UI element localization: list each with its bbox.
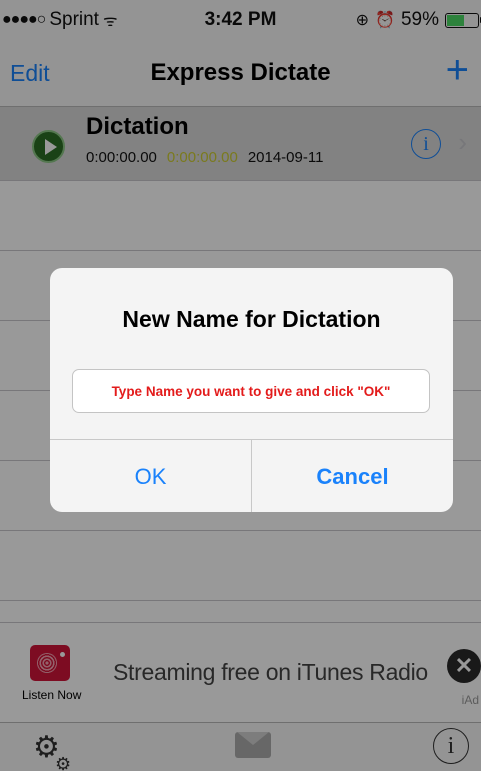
app-screen: ●●●●○ Sprint ᯤ 3:42 PM ⊕ ⏰ 59% Edit Expr… xyxy=(0,0,481,771)
alert-buttons: OK Cancel xyxy=(50,439,453,512)
ok-button[interactable]: OK xyxy=(50,440,251,512)
name-input[interactable]: Type Name you want to give and click "OK… xyxy=(72,369,430,413)
rename-alert: New Name for Dictation Type Name you wan… xyxy=(50,268,453,512)
alert-title: New Name for Dictation xyxy=(122,306,381,332)
cancel-button[interactable]: Cancel xyxy=(251,440,453,512)
